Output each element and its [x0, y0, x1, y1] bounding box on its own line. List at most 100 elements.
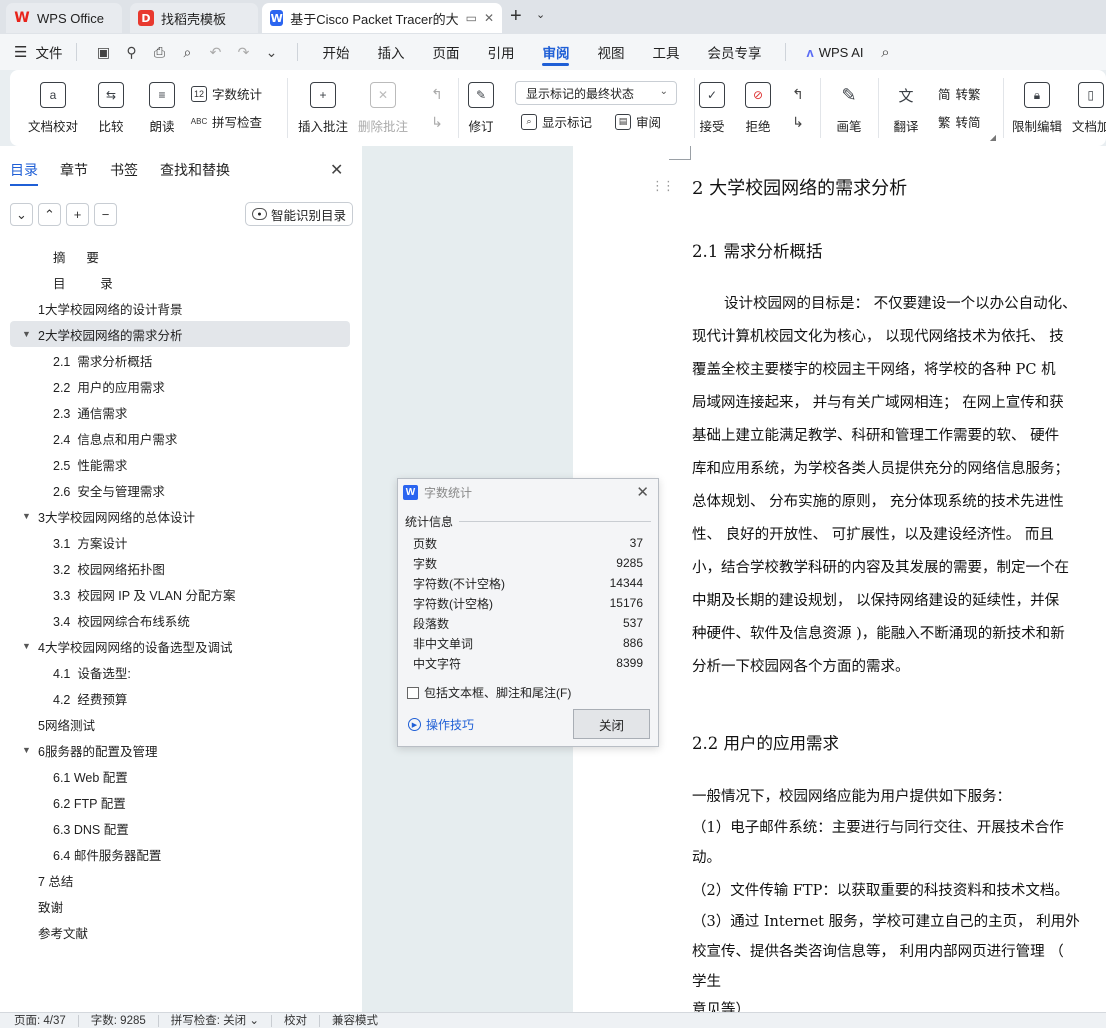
menu-reference[interactable]: 引用 — [473, 34, 528, 70]
toc-item[interactable]: 3.1 方案设计 — [10, 529, 350, 555]
to-traditional-button[interactable]: 简 转繁 — [938, 84, 981, 103]
compare-button[interactable]: ⇆ 比较 — [98, 70, 124, 135]
toc-item[interactable]: 2.3 通信需求 — [10, 399, 350, 425]
status-words[interactable]: 字数: 9285 — [91, 1014, 159, 1027]
monitor-icon[interactable]: ▭ — [466, 11, 477, 25]
checkbox-box[interactable] — [407, 686, 419, 699]
add-icon[interactable]: + — [66, 203, 89, 226]
tips-link[interactable]: ▶ 操作技巧 — [408, 716, 474, 733]
save-icon[interactable]: ▣ — [91, 40, 115, 64]
read-aloud-button[interactable]: ≡ 朗读 — [149, 70, 175, 135]
toc-item[interactable]: 5网络测试 — [10, 711, 350, 737]
accept-button[interactable]: ✓ 接受 — [699, 70, 725, 135]
to-simplified-button[interactable]: 繁 转简 — [938, 112, 981, 131]
search-icon[interactable]: ⌕ — [873, 40, 897, 64]
menu-review[interactable]: 审阅 — [528, 34, 583, 70]
reject-button[interactable]: ⊘ 拒绝 — [745, 70, 771, 135]
status-proof[interactable]: 校对 — [284, 1014, 320, 1027]
menu-insert[interactable]: 插入 — [363, 34, 418, 70]
include-textbox-checkbox[interactable]: 包括文本框、脚注和尾注(F) — [407, 684, 571, 701]
tab-current-document[interactable]: W 基于Cisco Packet Tracer的大 ▭ ✕ — [262, 3, 502, 33]
drag-handle-icon[interactable]: ⋮⋮ — [651, 178, 675, 194]
prev-comment-icon[interactable]: ↰ — [425, 82, 449, 106]
review-pane-button[interactable]: ▤ 审阅 — [615, 112, 661, 131]
expand-caret-icon[interactable]: ▼ — [22, 329, 31, 339]
menu-view[interactable]: 视图 — [583, 34, 638, 70]
toc-item[interactable]: 7 总结 — [10, 867, 350, 893]
remove-icon[interactable]: − — [94, 203, 117, 226]
toc-item[interactable]: 2.6 安全与管理需求 — [10, 477, 350, 503]
undo-icon[interactable]: ↶ — [203, 40, 227, 64]
toc-item[interactable]: 3.2 校园网络拓扑图 — [10, 555, 350, 581]
tab-docer-templates[interactable]: D 找稻壳模板 — [130, 3, 258, 33]
new-tab-plus-icon[interactable]: + — [510, 6, 522, 26]
toc-item[interactable]: 致谢 — [10, 893, 350, 919]
chevron-down-icon[interactable]: ⌄ — [259, 40, 283, 64]
next-comment-icon[interactable]: ↳ — [425, 110, 449, 134]
smart-toc-button[interactable]: ● 智能识别目录 — [245, 202, 354, 226]
toc-item[interactable]: 摘 要 — [10, 243, 350, 269]
close-icon[interactable]: ✕ — [636, 483, 649, 501]
link-icon[interactable]: ⚲ — [119, 40, 143, 64]
expand-caret-icon[interactable]: ▼ — [22, 511, 31, 521]
tab-wps-office[interactable]: W WPS Office — [6, 3, 122, 33]
chevron-down-icon[interactable]: ⌄ — [10, 203, 33, 226]
menu-page[interactable]: 页面 — [418, 34, 473, 70]
close-icon[interactable]: ✕ — [484, 11, 494, 25]
menu-tools[interactable]: 工具 — [638, 34, 693, 70]
nav-tab-toc[interactable]: 目录 — [10, 160, 38, 186]
restrict-edit-button[interactable]: 🔒︎ 限制编辑 — [1012, 70, 1062, 135]
close-button[interactable]: 关闭 — [573, 709, 650, 739]
toc-item[interactable]: ▼ 2大学校园网络的需求分析 — [10, 321, 350, 347]
toc-item[interactable]: ▼ 4大学校园网网络的设备选型及调试 — [10, 633, 350, 659]
doc-check-button[interactable]: a 文档校对 — [28, 70, 78, 135]
wps-ai-button[interactable]: ʌ WPS AI — [796, 45, 873, 60]
expand-corner-icon[interactable]: ◢ — [990, 133, 996, 142]
toc-item[interactable]: 目 录 — [10, 269, 350, 295]
toc-item[interactable]: 3.4 校园网综合布线系统 — [10, 607, 350, 633]
status-page[interactable]: 页面: 4/37 — [14, 1014, 79, 1027]
toc-item[interactable]: ▼ 3大学校园网网络的总体设计 — [10, 503, 350, 529]
show-markup-button[interactable]: ⌕ 显示标记 — [521, 112, 592, 131]
expand-caret-icon[interactable]: ▼ — [22, 745, 31, 755]
chevron-down-icon[interactable]: ⌄ — [536, 8, 545, 21]
markup-state-select[interactable]: 显示标记的最终状态 ⌄ — [515, 81, 677, 105]
file-menu[interactable]: 文件 — [35, 42, 62, 62]
toc-item[interactable]: 2.5 性能需求 — [10, 451, 350, 477]
nav-tab-sections[interactable]: 章节 — [60, 160, 88, 186]
toc-item[interactable]: 6.4 邮件服务器配置 — [10, 841, 350, 867]
prev-change-icon[interactable]: ↰ — [786, 82, 810, 106]
toc-item[interactable]: 3.3 校园网 IP 及 VLAN 分配方案 — [10, 581, 350, 607]
toc-item[interactable]: 2.2 用户的应用需求 — [10, 373, 350, 399]
toc-item[interactable]: 6.3 DNS 配置 — [10, 815, 350, 841]
print-preview-icon[interactable]: ⌕ — [175, 40, 199, 64]
expand-caret-icon[interactable]: ▼ — [22, 641, 31, 651]
translate-button[interactable]: 文 翻译 — [893, 70, 919, 135]
toc-item[interactable]: 1大学校园网络的设计背景 — [10, 295, 350, 321]
revise-button[interactable]: ✎ 修订 — [468, 70, 494, 135]
next-change-icon[interactable]: ↳ — [786, 110, 810, 134]
toc-item[interactable]: 6.2 FTP 配置 — [10, 789, 350, 815]
pen-button[interactable]: ✎ 画笔 — [836, 70, 862, 135]
chevron-up-icon[interactable]: ⌃ — [38, 203, 61, 226]
print-icon[interactable]: ⎙ — [147, 40, 171, 64]
toc-item[interactable]: 6.1 Web 配置 — [10, 763, 350, 789]
status-spell-check[interactable]: 拼写检查: 关闭 ⌄ — [171, 1014, 272, 1027]
word-count-button[interactable]: 12 字数统计 — [191, 84, 262, 103]
spell-check-button[interactable]: ABC 拼写检查 — [191, 112, 262, 131]
toc-item[interactable]: 参考文献 — [10, 919, 350, 945]
menu-member[interactable]: 会员专享 — [693, 34, 775, 70]
menu-home[interactable]: 开始 — [308, 34, 363, 70]
doc-protect-button[interactable]: ▯ 文档加 — [1072, 70, 1106, 135]
toc-item[interactable]: 4.2 经费预算 — [10, 685, 350, 711]
toc-item[interactable]: 4.1 设备选型: — [10, 659, 350, 685]
nav-tab-find-replace[interactable]: 查找和替换 — [160, 160, 230, 186]
close-icon[interactable]: ✕ — [330, 160, 343, 180]
nav-tab-bookmarks[interactable]: 书签 — [110, 160, 138, 186]
redo-icon[interactable]: ↷ — [231, 40, 255, 64]
hamburger-icon[interactable]: ☰ — [14, 43, 27, 61]
toc-item[interactable]: 2.1 需求分析概括 — [10, 347, 350, 373]
insert-comment-button[interactable]: + 插入批注 — [298, 70, 348, 135]
toc-item[interactable]: 2.4 信息点和用户需求 — [10, 425, 350, 451]
toc-item[interactable]: ▼ 6服务器的配置及管理 — [10, 737, 350, 763]
